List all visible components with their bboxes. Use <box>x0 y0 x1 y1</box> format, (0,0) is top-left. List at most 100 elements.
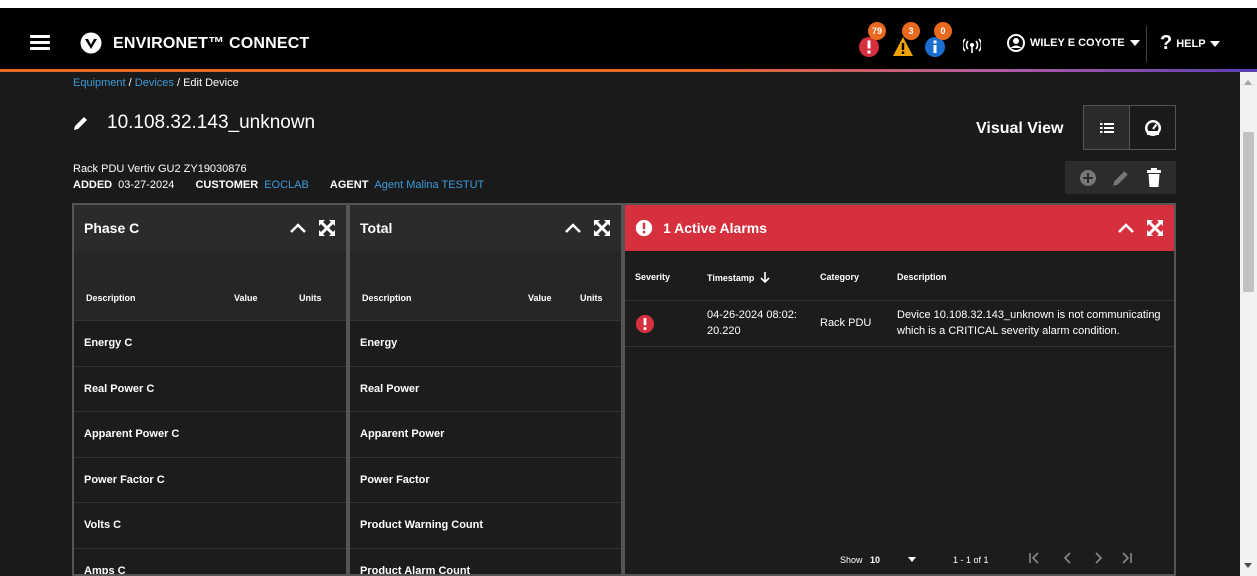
scrollbar-thumb[interactable] <box>1243 132 1254 292</box>
breadcrumb-equipment[interactable]: Equipment <box>73 77 126 89</box>
table-header: Description Value Units <box>350 251 621 321</box>
next-page-icon[interactable] <box>1092 552 1104 564</box>
column-value[interactable]: Value <box>234 293 258 303</box>
add-icon[interactable] <box>1079 169 1097 187</box>
table-row: Volts C <box>74 503 346 549</box>
alarm-timestamp-line2: 20.220 <box>707 325 741 337</box>
warning-count-badge: 3 <box>902 22 920 40</box>
active-alarms-panel: 1 Active Alarms Severity Timestamp Categ… <box>623 203 1176 576</box>
edit-icon[interactable] <box>1112 169 1130 187</box>
customer-link[interactable]: EOCLAB <box>264 179 309 191</box>
column-value[interactable]: Value <box>528 293 552 303</box>
panel-header: Total <box>350 205 621 251</box>
agent-link[interactable]: Agent Malina TESTUT <box>374 179 484 191</box>
last-page-icon[interactable] <box>1121 552 1133 564</box>
panel-header: Phase C <box>74 205 346 251</box>
page-size-select[interactable]: 10 <box>870 555 880 565</box>
critical-alerts-button[interactable]: 79 <box>858 22 886 60</box>
collapse-icon[interactable] <box>290 222 306 234</box>
expand-icon[interactable] <box>1146 219 1164 237</box>
column-description[interactable]: Description <box>362 293 412 303</box>
scroll-up-arrow-icon[interactable] <box>1244 80 1252 85</box>
breadcrumb-devices[interactable]: Devices <box>135 77 174 89</box>
help-icon: ? <box>1160 32 1173 54</box>
table-row: Power Factor C <box>74 458 346 503</box>
scroll-down-arrow-icon[interactable] <box>1244 563 1252 568</box>
info-count-badge: 0 <box>934 22 952 40</box>
first-page-icon[interactable] <box>1028 552 1040 564</box>
breadcrumb-edit-device: Edit Device <box>183 77 239 89</box>
menu-icon[interactable] <box>30 35 50 50</box>
user-menu[interactable]: WILEY E COYOTE <box>1007 34 1140 52</box>
page-scrollbar[interactable] <box>1240 72 1257 576</box>
total-panel: Total Description Value Units Energy Rea… <box>348 203 623 576</box>
show-label: Show <box>840 555 863 565</box>
page-title-row: 10.108.32.143_unknown <box>73 112 315 134</box>
page-range: 1 - 1 of 1 <box>953 555 989 565</box>
column-units[interactable]: Units <box>299 293 322 303</box>
alarm-description-line2: which is a CRITICAL severity alarm condi… <box>897 325 1120 337</box>
table-row: Product Warning Count <box>350 503 621 549</box>
critical-severity-icon <box>635 314 655 334</box>
table-header: Description Value Units <box>74 251 346 321</box>
vertiv-logo-icon[interactable] <box>80 32 102 54</box>
expand-icon[interactable] <box>318 219 336 237</box>
pencil-icon[interactable] <box>73 115 89 131</box>
agent-label: AGENT <box>329 179 369 191</box>
table-row: Apparent Power C <box>74 412 346 458</box>
alarm-row[interactable]: 04-26-2024 08:02: 20.220 Rack PDU Device… <box>625 301 1174 347</box>
divider <box>1146 26 1147 62</box>
info-alerts-button[interactable]: 0 <box>924 22 952 60</box>
list-view-button[interactable] <box>1084 106 1130 149</box>
user-name: WILEY E COYOTE <box>1030 37 1125 49</box>
column-severity[interactable]: Severity <box>635 272 670 282</box>
page-title: 10.108.32.143_unknown <box>107 112 316 133</box>
device-action-bar <box>1065 161 1176 194</box>
collapse-icon[interactable] <box>565 222 581 234</box>
table-row: Power Factor <box>350 458 621 503</box>
view-mode-label: Visual View <box>976 120 1064 137</box>
added-value: 03-27-2024 <box>118 179 175 191</box>
sort-down-arrow-icon <box>760 272 770 283</box>
collapse-icon[interactable] <box>1118 222 1134 234</box>
gauge-icon <box>1144 119 1161 136</box>
alarm-timestamp-line1: 04-26-2024 08:02: <box>707 309 797 321</box>
table-row: Product Alarm Count <box>350 549 621 574</box>
table-row: Energy <box>350 321 621 367</box>
device-description: Rack PDU Vertiv GU2 ZY19030876 <box>73 163 247 175</box>
help-label: HELP <box>1176 37 1206 50</box>
gauge-view-button[interactable] <box>1130 106 1175 149</box>
panel-title: 1 Active Alarms <box>663 220 768 236</box>
panel-title: Phase C <box>84 220 140 236</box>
table-row: Apparent Power <box>350 412 621 458</box>
added-label: ADDED <box>73 179 113 191</box>
alarm-description-line1: Device 10.108.32.143_unknown is not comm… <box>897 309 1161 321</box>
column-timestamp[interactable]: Timestamp <box>707 272 770 283</box>
device-meta: ADDED 03-27-2024 CUSTOMER EOCLAB AGENT Agen… <box>73 179 502 191</box>
panel-title: Total <box>360 220 393 236</box>
warning-alerts-button[interactable]: 3 <box>892 22 920 60</box>
view-toggle <box>1083 105 1176 150</box>
column-description[interactable]: Description <box>897 272 947 282</box>
page-size-dropdown-icon[interactable] <box>908 557 916 562</box>
phase-c-panel: Phase C Description Value Units Energy C… <box>72 203 348 576</box>
wireless-signal-icon[interactable] <box>963 38 981 54</box>
user-account-icon <box>1007 34 1025 52</box>
column-category[interactable]: Category <box>820 272 859 282</box>
trash-icon[interactable] <box>1146 167 1162 188</box>
column-units[interactable]: Units <box>580 293 603 303</box>
alarm-category: Rack PDU <box>820 317 872 329</box>
breadcrumb-separator: / <box>128 77 132 89</box>
list-icon <box>1099 122 1114 133</box>
column-timestamp-label: Timestamp <box>707 272 755 283</box>
chevron-down-icon <box>1129 40 1140 46</box>
expand-icon[interactable] <box>593 219 611 237</box>
previous-page-icon[interactable] <box>1062 552 1074 564</box>
main-content: Equipment / Devices / Edit Device 10.108… <box>0 72 1240 576</box>
app-title[interactable]: ENVIRONET™ CONNECT <box>113 35 310 53</box>
breadcrumb-separator: / <box>176 77 181 89</box>
critical-count-badge: 79 <box>868 22 886 40</box>
help-menu[interactable]: ? HELP <box>1160 32 1220 55</box>
pagination: Show 10 1 - 1 of 1 <box>625 544 1174 574</box>
column-description[interactable]: Description <box>86 293 136 303</box>
